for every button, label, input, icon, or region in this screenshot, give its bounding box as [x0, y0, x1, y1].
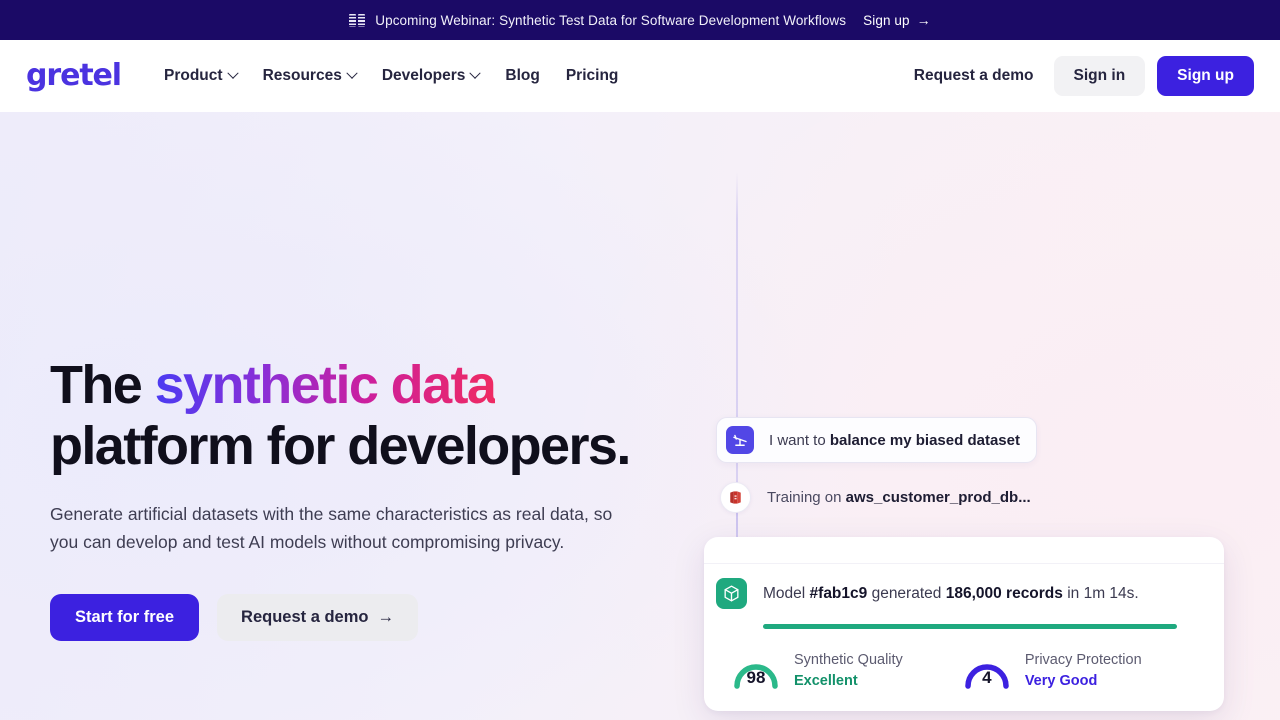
cube-icon [716, 578, 747, 609]
hero-subtitle: Generate artificial datasets with the sa… [50, 504, 613, 552]
hero-flow-illustration: I want to balance my biased dataset Trai… [700, 112, 1280, 720]
metrics-row: 98 Synthetic Quality Excellent 4 Privacy… [730, 649, 1206, 691]
model-id: #fab1c9 [809, 584, 868, 602]
synthetic-quality-text: Synthetic Quality Excellent [794, 651, 903, 690]
card-top-strip [704, 537, 1224, 564]
chevron-down-icon [226, 67, 239, 79]
training-step: Training on aws_customer_prod_db... [720, 482, 1031, 513]
arrow-right-icon: → [916, 12, 931, 28]
chevron-down-icon [469, 67, 482, 79]
nav-item-product-label: Product [164, 67, 223, 84]
metric-synthetic-quality: 98 Synthetic Quality Excellent [730, 649, 903, 691]
prompt-prefix: I want to [769, 431, 830, 449]
card-header: Model #fab1c9 generated 186,000 records … [716, 578, 1206, 609]
hero-section: The synthetic data platform for develope… [0, 112, 1280, 720]
result-card: Model #fab1c9 generated 186,000 records … [704, 537, 1224, 711]
privacy-protection-label: Privacy Protection [1024, 651, 1142, 668]
card-title-mid: generated [867, 584, 946, 602]
synthetic-quality-rating: Excellent [794, 673, 858, 690]
privacy-protection-gauge: 4 [961, 649, 1013, 691]
banner-text: Upcoming Webinar: Synthetic Test Data fo… [375, 12, 847, 28]
request-demo-button[interactable]: Request a demo [906, 57, 1042, 95]
prompt-chip[interactable]: I want to balance my biased dataset [716, 417, 1037, 463]
privacy-protection-value: 4 [982, 668, 992, 687]
chart-bars-icon [349, 13, 366, 27]
arrow-right-icon: → [377, 607, 394, 626]
page-title: The synthetic data platform for develope… [50, 355, 660, 477]
nav-item-product[interactable]: Product [164, 67, 239, 85]
synthetic-quality-gauge: 98 [730, 649, 782, 691]
synthetic-quality-label: Synthetic Quality [794, 651, 903, 668]
redshift-database-icon [720, 482, 751, 513]
gretel-logo[interactable]: gretel [26, 61, 122, 91]
headline-gradient-text: synthetic data [154, 355, 497, 415]
nav-item-blog[interactable]: Blog [505, 67, 539, 85]
card-title-suffix: in 1m 14s. [1062, 584, 1139, 602]
sign-in-button[interactable]: Sign in [1053, 56, 1146, 96]
metric-privacy-protection: 4 Privacy Protection Very Good [961, 649, 1142, 691]
synthetic-quality-value: 98 [746, 668, 766, 687]
nav-item-developers[interactable]: Developers [381, 67, 482, 85]
header-actions: Request a demo Sign in Sign up [906, 56, 1254, 96]
request-a-demo-button[interactable]: Request a demo → [217, 593, 418, 641]
nav-item-resources-label: Resources [262, 67, 342, 84]
hero-cta-row: Start for free Request a demo → [50, 593, 660, 641]
training-prefix: Training on [767, 489, 846, 506]
banner-signup-link[interactable]: Sign up → [863, 13, 931, 28]
card-body: Model #fab1c9 generated 186,000 records … [704, 564, 1224, 711]
request-a-demo-label: Request a demo [241, 607, 369, 626]
training-step-text: Training on aws_customer_prod_db... [767, 489, 1031, 506]
prompt-chip-text: I want to balance my biased dataset [769, 432, 1020, 449]
chevron-down-icon [346, 67, 358, 79]
card-title: Model #fab1c9 generated 186,000 records … [763, 585, 1139, 603]
privacy-protection-rating: Very Good [1024, 673, 1098, 690]
main-nav: Product Resources Developers Blog Pricin… [164, 67, 618, 85]
banner-signup-label: Sign up [863, 12, 910, 28]
card-title-prefix: Model [763, 584, 810, 602]
prompt-emphasis: balance my biased dataset [829, 431, 1020, 449]
nav-item-resources[interactable]: Resources [262, 67, 358, 85]
balance-scale-icon [726, 426, 754, 454]
generation-progress-bar [763, 624, 1177, 629]
headline-line1-prefix: The [50, 355, 155, 415]
sign-up-button[interactable]: Sign up [1157, 56, 1254, 96]
hero-copy: The synthetic data platform for develope… [50, 355, 660, 641]
headline-line2: platform for developers. [50, 416, 631, 477]
nav-item-blog-label: Blog [505, 67, 540, 84]
start-for-free-button[interactable]: Start for free [50, 593, 200, 641]
record-count: 186,000 records [945, 584, 1063, 602]
privacy-protection-text: Privacy Protection Very Good [1025, 651, 1142, 690]
training-dataset-name: aws_customer_prod_db... [845, 489, 1031, 506]
announcement-banner: Upcoming Webinar: Synthetic Test Data fo… [0, 0, 1280, 40]
nav-item-developers-label: Developers [381, 67, 466, 84]
nav-item-pricing-label: Pricing [565, 67, 619, 84]
site-header: gretel Product Resources Developers Blog… [0, 40, 1280, 112]
nav-item-pricing[interactable]: Pricing [566, 67, 619, 85]
